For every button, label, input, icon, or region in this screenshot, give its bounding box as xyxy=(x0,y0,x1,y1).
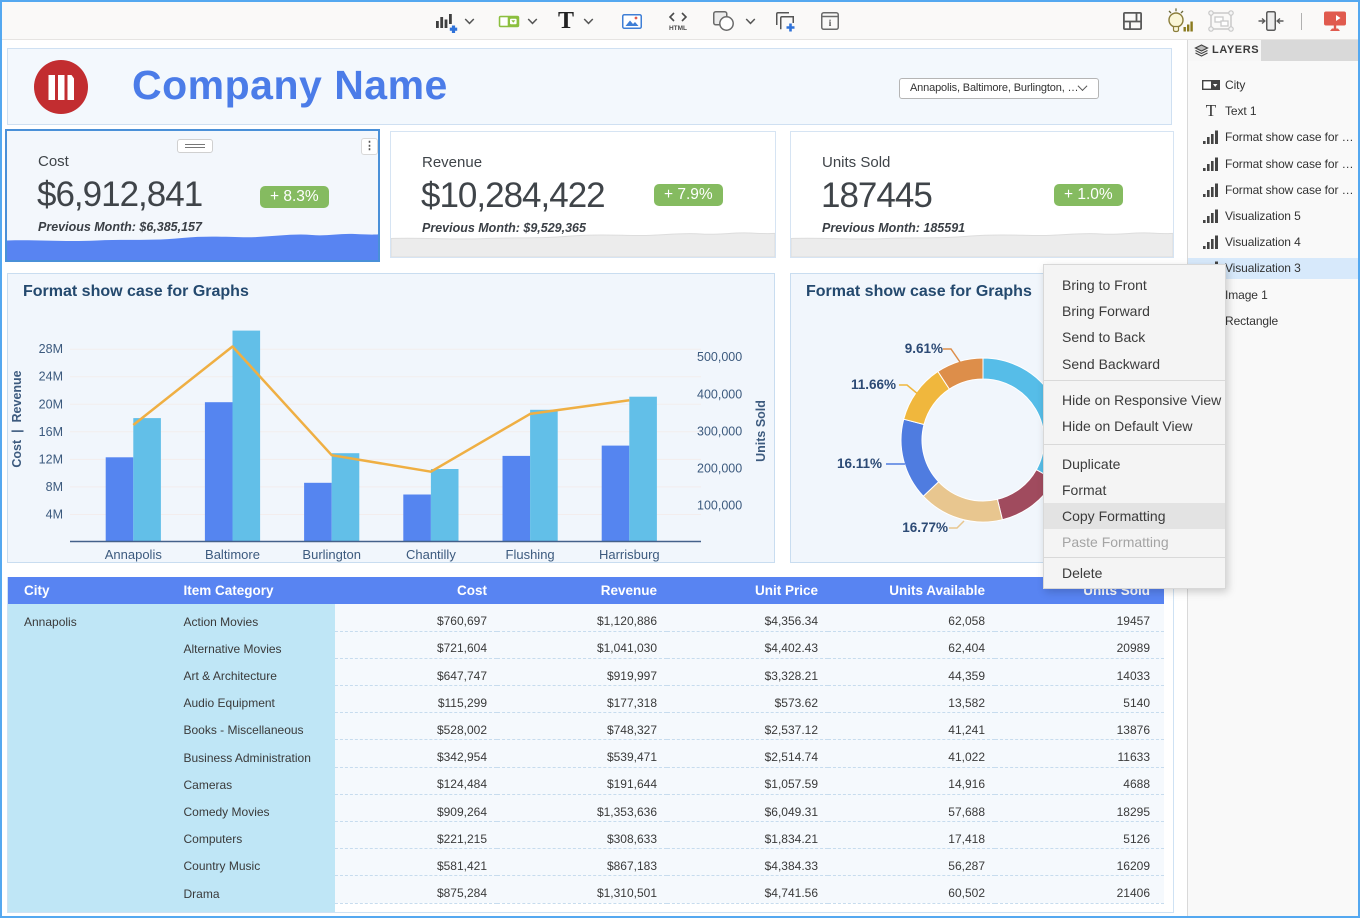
svg-text:300,000: 300,000 xyxy=(697,424,742,438)
svg-text:Burlington: Burlington xyxy=(302,547,361,562)
svg-text:11.66%: 11.66% xyxy=(851,377,896,392)
svg-text:Flushing: Flushing xyxy=(506,547,555,562)
svg-text:500,000: 500,000 xyxy=(697,350,742,364)
svg-text:Units Sold: Units Sold xyxy=(754,400,768,462)
svg-text:16M: 16M xyxy=(39,425,63,439)
svg-text:100,000: 100,000 xyxy=(697,498,742,512)
svg-text:Annapolis: Annapolis xyxy=(105,547,163,562)
svg-text:Chantilly: Chantilly xyxy=(406,547,456,562)
svg-text:Cost | Revenue: Cost | Revenue xyxy=(10,370,24,467)
svg-text:400,000: 400,000 xyxy=(697,387,742,401)
svg-text:Baltimore: Baltimore xyxy=(205,547,260,562)
svg-text:12M: 12M xyxy=(39,452,63,466)
svg-text:HTML: HTML xyxy=(669,25,687,31)
svg-text:16.11%: 16.11% xyxy=(837,456,882,471)
svg-text:16.77%: 16.77% xyxy=(902,520,948,535)
svg-text:200,000: 200,000 xyxy=(697,461,742,475)
svg-text:4M: 4M xyxy=(46,508,63,522)
svg-text:Harrisburg: Harrisburg xyxy=(599,547,660,562)
svg-text:20M: 20M xyxy=(39,397,63,411)
svg-text:24M: 24M xyxy=(39,370,63,384)
svg-text:9.61%: 9.61% xyxy=(905,341,943,356)
svg-text:8M: 8M xyxy=(46,480,63,494)
svg-text:i: i xyxy=(829,18,832,28)
svg-text:28M: 28M xyxy=(39,342,63,356)
